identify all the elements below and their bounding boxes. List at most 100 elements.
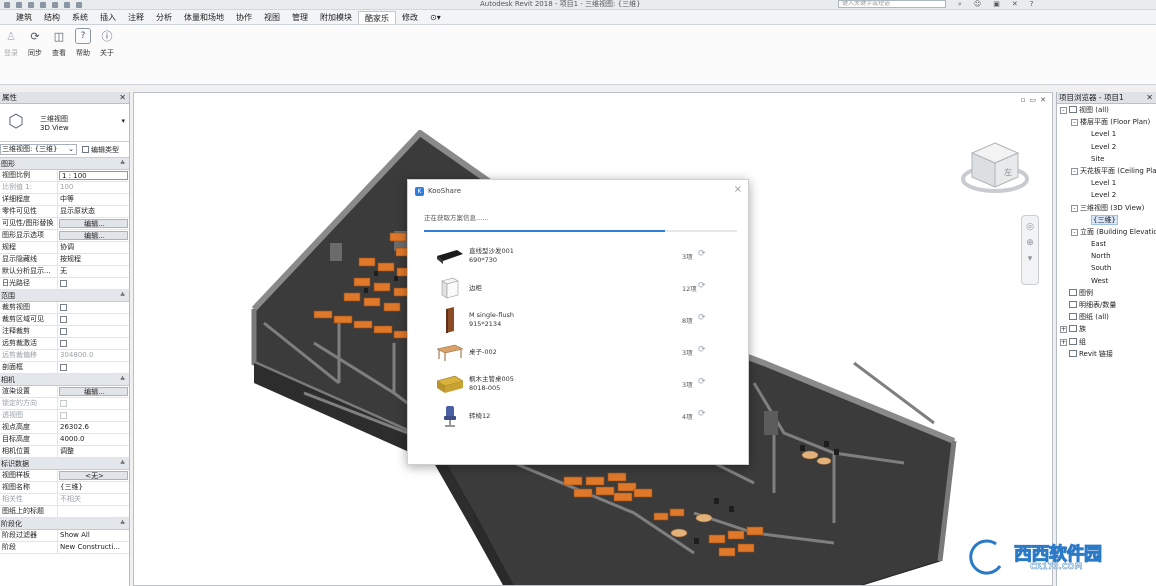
- save-icon[interactable]: [16, 2, 22, 8]
- redo-icon[interactable]: [40, 2, 46, 8]
- help-button[interactable]: ? 帮助: [72, 28, 94, 58]
- refresh-icon[interactable]: ⟳: [698, 377, 706, 387]
- tree-node[interactable]: Site: [1057, 153, 1156, 165]
- instance-selector[interactable]: 三维视图: {三维} ⌄: [0, 144, 77, 155]
- info-button[interactable]: ⓘ 关于: [96, 28, 118, 58]
- collapse-icon[interactable]: -: [1060, 107, 1067, 114]
- property-group-header[interactable]: 标识数据 ≙: [0, 458, 129, 470]
- tree-node[interactable]: - 视图 (all): [1057, 104, 1156, 116]
- property-group-header[interactable]: 阶段化 ≙: [0, 518, 129, 530]
- ribbon-tab[interactable]: 协作: [230, 11, 258, 24]
- exchange-icon[interactable]: ✕: [1012, 0, 1018, 9]
- property-value[interactable]: Show All: [58, 530, 129, 541]
- refresh-icon[interactable]: ⟳: [698, 281, 706, 291]
- tree-node[interactable]: East: [1057, 238, 1156, 250]
- sync-button[interactable]: ⟳ 同步: [24, 28, 46, 58]
- ribbon-options-icon[interactable]: ⊙▾: [424, 11, 447, 24]
- tree-node[interactable]: South: [1057, 262, 1156, 274]
- search-input[interactable]: 键入关键字或短语: [838, 0, 946, 8]
- close-icon[interactable]: ✕: [119, 92, 126, 104]
- family-list-item[interactable]: 转椅12 4项 ⟳: [408, 402, 750, 432]
- expand-icon[interactable]: +: [1060, 338, 1067, 346]
- close-icon[interactable]: ✕: [1146, 92, 1153, 104]
- family-list[interactable]: 直线型沙发001 690*730 3项 ⟳ 边柜 12项 ⟳ M single-flush 91…: [408, 242, 750, 442]
- expand-icon[interactable]: +: [1060, 326, 1067, 334]
- ribbon-tab[interactable]: 修改: [396, 11, 424, 24]
- steering-wheel-icon[interactable]: ◎: [1022, 222, 1038, 232]
- property-checkbox[interactable]: [60, 364, 67, 371]
- tree-node[interactable]: North: [1057, 250, 1156, 262]
- tree-node[interactable]: Level 1: [1057, 128, 1156, 140]
- ribbon-tab[interactable]: 附加模块: [314, 11, 358, 24]
- tree-node[interactable]: 图例: [1057, 287, 1156, 299]
- property-value[interactable]: 26302.6: [58, 422, 129, 433]
- ribbon-tab[interactable]: 管理: [286, 11, 314, 24]
- binoculars-icon[interactable]: ⌕: [958, 0, 962, 9]
- property-checkbox[interactable]: [60, 328, 67, 335]
- ribbon-tab[interactable]: 酷家乐: [358, 11, 396, 24]
- refresh-icon[interactable]: ⟳: [698, 409, 706, 419]
- refresh-icon[interactable]: ⟳: [698, 249, 706, 259]
- tree-node[interactable]: - 楼层平面 (Floor Plan): [1057, 116, 1156, 128]
- refresh-icon[interactable]: ⟳: [698, 345, 706, 355]
- ribbon-tab[interactable]: 结构: [38, 11, 66, 24]
- property-value[interactable]: 按规程: [58, 254, 129, 265]
- collapse-icon[interactable]: -: [1071, 228, 1078, 236]
- property-checkbox[interactable]: [60, 316, 67, 323]
- view-button[interactable]: ◫ 查看: [48, 28, 70, 58]
- edit-type-button[interactable]: 编辑类型: [82, 145, 119, 155]
- tree-node[interactable]: 图纸 (all): [1057, 311, 1156, 323]
- property-value[interactable]: New Constructi...: [58, 542, 129, 553]
- property-value[interactable]: 中等: [58, 194, 129, 205]
- close-icon[interactable]: ✕: [1040, 96, 1046, 104]
- family-list-item[interactable]: 枫木主管桌005 8018-005 3项 ⟳: [408, 370, 750, 400]
- ribbon-tab[interactable]: 分析: [150, 11, 178, 24]
- ribbon-tab[interactable]: 插入: [94, 11, 122, 24]
- collapse-icon[interactable]: ≙: [120, 290, 125, 302]
- family-list-item[interactable]: M single-flush: [408, 434, 750, 442]
- user-button[interactable]: ♙ 登录: [0, 28, 22, 58]
- nav-menu-icon[interactable]: ▾: [1022, 254, 1038, 264]
- ribbon-tab[interactable]: 建筑: [10, 11, 38, 24]
- tree-node[interactable]: 明细表/数量: [1057, 299, 1156, 311]
- ribbon-tab[interactable]: 系统: [66, 11, 94, 24]
- tree-node[interactable]: Revit 链接: [1057, 348, 1156, 360]
- property-checkbox[interactable]: [60, 340, 67, 347]
- tree-node[interactable]: {三维}: [1057, 214, 1156, 226]
- print-icon[interactable]: [52, 2, 58, 8]
- tree-node[interactable]: Level 1: [1057, 177, 1156, 189]
- restore-icon[interactable]: ▫: [1021, 96, 1026, 104]
- measure-icon[interactable]: [64, 2, 70, 8]
- property-value[interactable]: 编辑...: [59, 387, 128, 396]
- ribbon-tab[interactable]: 体量和场地: [178, 11, 230, 24]
- property-value[interactable]: 4000.0: [58, 434, 129, 445]
- property-value[interactable]: 调整: [58, 446, 129, 457]
- tree-node[interactable]: -立面 (Building Elevation): [1057, 226, 1156, 238]
- property-checkbox[interactable]: [60, 280, 67, 287]
- property-value[interactable]: 显示原状态: [58, 206, 129, 217]
- tree-node[interactable]: Level 2: [1057, 141, 1156, 153]
- property-value[interactable]: 无: [58, 266, 129, 277]
- property-value[interactable]: 编辑...: [59, 231, 128, 240]
- family-list-item[interactable]: 边柜 12项 ⟳: [408, 274, 750, 304]
- signin-icon[interactable]: ☺: [974, 0, 981, 9]
- tree-node[interactable]: - 天花板平面 (Ceiling Plan): [1057, 165, 1156, 177]
- family-list-item[interactable]: 直线型沙发001 690*730 3项 ⟳: [408, 242, 750, 272]
- dialog-close-button[interactable]: ×: [734, 184, 742, 195]
- property-checkbox[interactable]: [60, 304, 67, 311]
- collapse-icon[interactable]: ≙: [120, 518, 125, 530]
- property-group-header[interactable]: 范围 ≙: [0, 290, 129, 302]
- collapse-icon[interactable]: ≙: [120, 374, 125, 386]
- family-list-item[interactable]: M single-flush 915*2134 8项 ⟳: [408, 306, 750, 336]
- collapse-icon[interactable]: -: [1071, 204, 1078, 212]
- tree-node[interactable]: + 族: [1057, 323, 1156, 335]
- property-value[interactable]: [58, 506, 129, 517]
- collapse-icon[interactable]: ≙: [120, 458, 125, 470]
- tile-icon[interactable]: ▭: [1030, 96, 1037, 104]
- collapse-icon[interactable]: -: [1071, 167, 1078, 175]
- undo-icon[interactable]: [28, 2, 34, 8]
- property-value[interactable]: <无>: [59, 471, 128, 480]
- open-icon[interactable]: [4, 2, 10, 8]
- property-value[interactable]: 协调: [58, 242, 129, 253]
- cart-icon[interactable]: ▣: [993, 0, 1000, 9]
